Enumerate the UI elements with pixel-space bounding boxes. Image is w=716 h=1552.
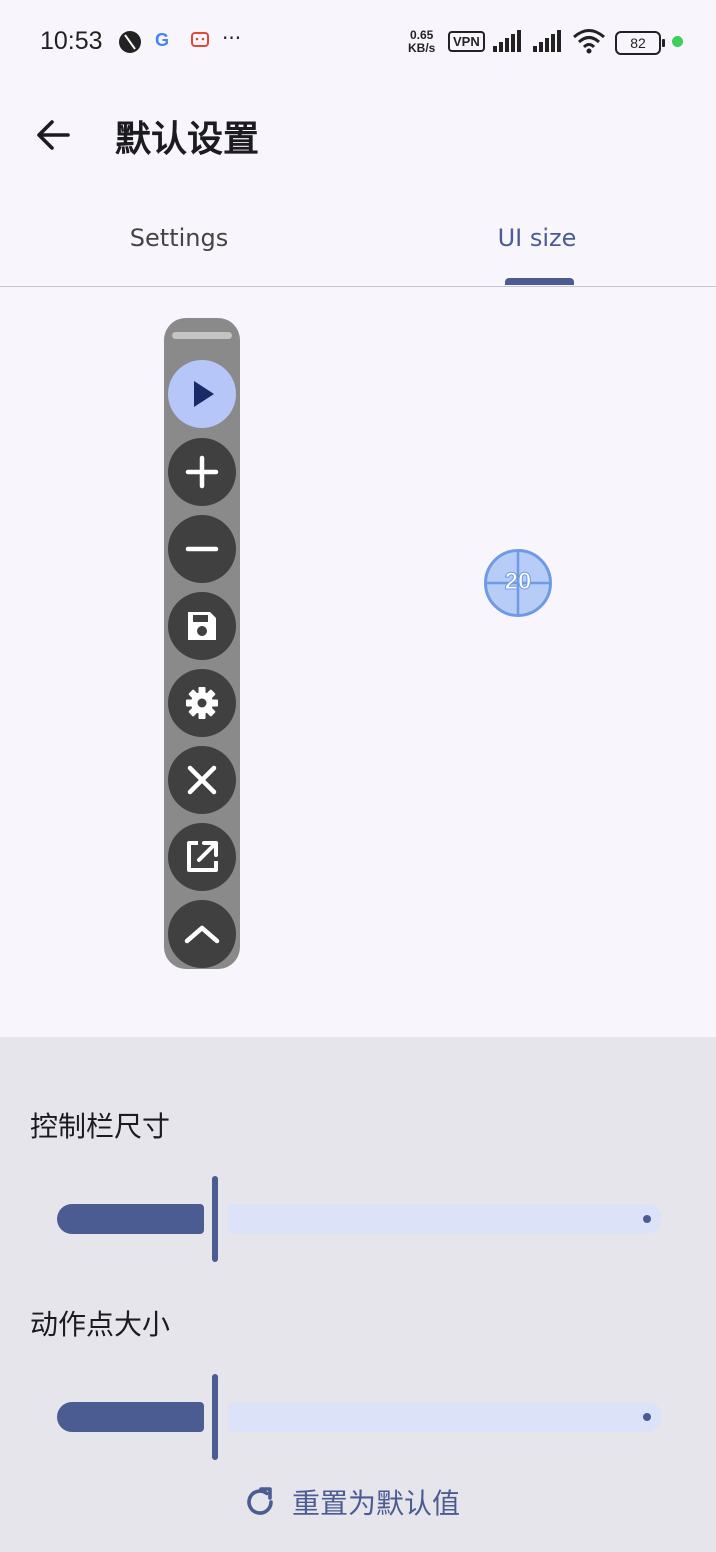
slider-active-track [57, 1204, 204, 1234]
close-icon [187, 765, 217, 795]
tab-ui-size[interactable]: UI size [358, 224, 716, 252]
back-button[interactable] [30, 112, 76, 158]
chevron-up-icon [184, 925, 220, 944]
collapse-button[interactable] [168, 900, 236, 968]
more-notifications-icon: ··· [222, 26, 242, 50]
signal-icon [493, 30, 525, 56]
slider-inactive-track [228, 1204, 662, 1234]
google-icon: G [155, 30, 170, 50]
slider-thumb[interactable] [212, 1176, 218, 1262]
battery-indicator: 82 [615, 31, 665, 55]
clock-app-icon [118, 30, 142, 58]
app-bar: 默认设置 [0, 84, 716, 184]
play-button[interactable] [168, 360, 236, 428]
action-point-size-label: 动作点大小 [30, 1308, 171, 1341]
gear-icon [186, 687, 218, 719]
slider-active-track [57, 1402, 204, 1432]
open-external-icon [187, 841, 218, 872]
reset-defaults-button[interactable]: 重置为默认值 [242, 1477, 460, 1527]
play-icon [194, 381, 214, 407]
tab-settings[interactable]: Settings [0, 224, 358, 252]
control-bar-size-label: 控制栏尺寸 [30, 1110, 171, 1143]
privacy-dot [672, 36, 683, 47]
status-bar: 10:53 G ··· 0.65 KB/s VPN 82 [0, 0, 716, 84]
open-external-button[interactable] [168, 823, 236, 891]
slider-inactive-track [228, 1402, 662, 1432]
drag-handle[interactable] [172, 332, 232, 339]
reset-defaults-label: 重置为默认值 [292, 1487, 461, 1520]
control-bar-size-slider[interactable] [57, 1176, 662, 1262]
remove-button[interactable] [168, 515, 236, 583]
add-button[interactable] [168, 438, 236, 506]
action-point-size-slider[interactable] [57, 1374, 662, 1460]
settings-button[interactable] [168, 669, 236, 737]
floating-control-bar[interactable] [164, 318, 240, 969]
signal-icon-2 [533, 30, 565, 56]
network-speed-unit: KB/s [408, 41, 436, 55]
action-point-preview[interactable]: 20 [484, 549, 552, 617]
vpn-badge: VPN [448, 31, 485, 52]
ui-preview-area: 20 [0, 287, 716, 1037]
slider-stop-indicator [643, 1215, 651, 1223]
size-settings-panel: 控制栏尺寸 动作点大小 重置为默认值 [0, 1037, 716, 1552]
slider-stop-indicator [643, 1413, 651, 1421]
slider-thumb[interactable] [212, 1374, 218, 1460]
refresh-icon [247, 1487, 273, 1515]
plus-icon [185, 455, 219, 489]
wifi-icon [572, 28, 606, 58]
tab-bar: Settings UI size [0, 196, 716, 287]
minus-icon [185, 546, 219, 552]
action-point-label: 20 [504, 568, 532, 596]
arrow-left-icon [37, 120, 70, 150]
save-icon [188, 612, 216, 640]
close-button[interactable] [168, 746, 236, 814]
chat-app-icon [190, 30, 210, 54]
page-title: 默认设置 [115, 119, 260, 160]
status-time: 10:53 [40, 27, 103, 55]
tab-indicator [505, 278, 574, 285]
network-speed: 0.65 KB/s [408, 29, 435, 55]
save-button[interactable] [168, 592, 236, 660]
